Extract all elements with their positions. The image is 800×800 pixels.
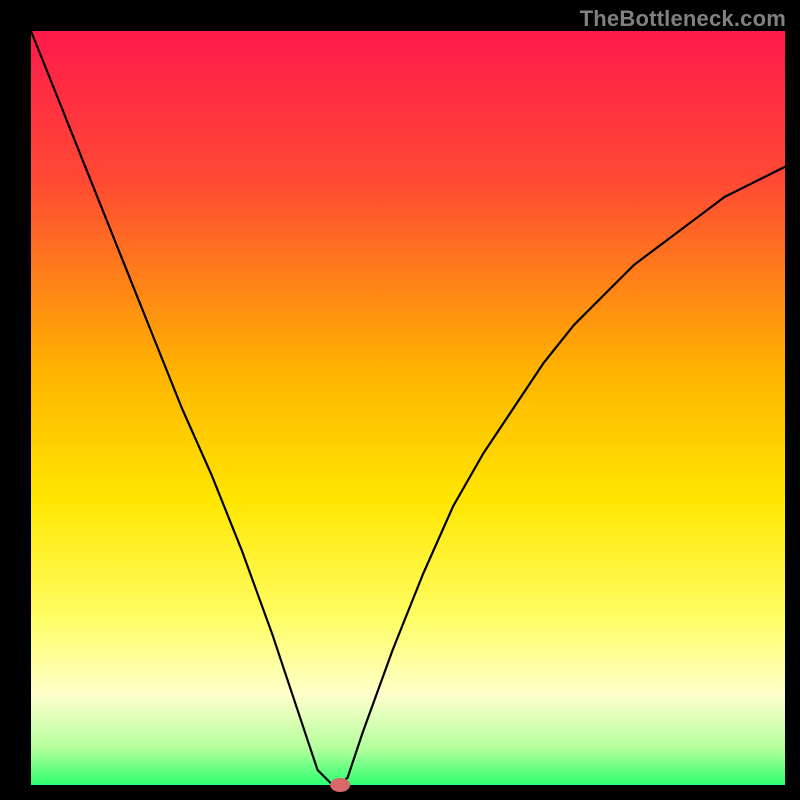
optimal-point-marker [330,778,350,792]
bottleneck-chart [0,0,800,800]
gradient-background [31,31,785,785]
chart-container: TheBottleneck.com [0,0,800,800]
watermark-text: TheBottleneck.com [580,6,786,32]
